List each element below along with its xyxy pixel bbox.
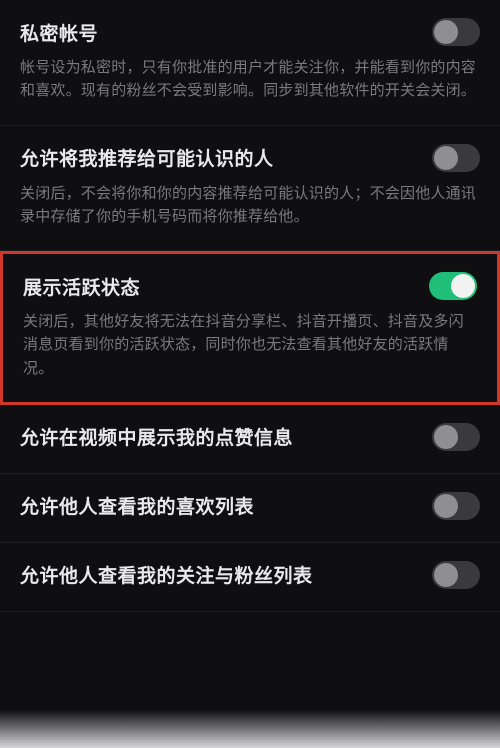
toggle-show-likes-in-video[interactable]	[432, 423, 480, 451]
setting-row: 允许他人查看我的喜欢列表	[20, 492, 480, 520]
setting-title: 允许在视频中展示我的点赞信息	[20, 423, 293, 450]
setting-title: 允许将我推荐给可能认识的人	[20, 144, 274, 171]
setting-section-private-account: 私密帐号帐号设为私密时，只有你批准的用户才能关注你，并能看到你的内容和喜欢。现有…	[0, 0, 500, 126]
setting-section-recommend-contacts: 允许将我推荐给可能认识的人关闭后，不会将你和你的内容推荐给可能认识的人；不会因他…	[0, 126, 500, 252]
setting-description: 帐号设为私密时，只有你批准的用户才能关注你，并能看到你的内容和喜欢。现有的粉丝不…	[20, 56, 480, 103]
setting-section-allow-view-likes: 允许他人查看我的喜欢列表	[0, 474, 500, 543]
cutoff-section	[0, 612, 500, 630]
toggle-knob-icon	[434, 563, 458, 587]
setting-row: 展示活跃状态	[23, 272, 477, 300]
setting-row: 允许他人查看我的关注与粉丝列表	[20, 561, 480, 589]
setting-row: 允许在视频中展示我的点赞信息	[20, 423, 480, 451]
bottom-fade	[0, 710, 500, 748]
setting-row: 私密帐号	[20, 18, 480, 46]
setting-row: 允许将我推荐给可能认识的人	[20, 144, 480, 172]
setting-title: 允许他人查看我的喜欢列表	[20, 492, 254, 519]
setting-title: 私密帐号	[20, 19, 98, 46]
toggle-activity-status[interactable]	[429, 272, 477, 300]
setting-title: 展示活跃状态	[23, 273, 140, 300]
setting-title: 允许他人查看我的关注与粉丝列表	[20, 561, 313, 588]
toggle-knob-icon	[434, 425, 458, 449]
toggle-knob-icon	[451, 274, 475, 298]
toggle-knob-icon	[434, 494, 458, 518]
toggle-allow-view-follows[interactable]	[432, 561, 480, 589]
toggle-private-account[interactable]	[432, 18, 480, 46]
setting-section-show-likes-in-video: 允许在视频中展示我的点赞信息	[0, 405, 500, 474]
setting-section-activity-status: 展示活跃状态关闭后，其他好友将无法在抖音分享栏、抖音开播页、抖音及多闪消息页看到…	[0, 251, 500, 405]
setting-section-allow-view-follows: 允许他人查看我的关注与粉丝列表	[0, 543, 500, 612]
toggle-recommend-contacts[interactable]	[432, 144, 480, 172]
setting-description: 关闭后，不会将你和你的内容推荐给可能认识的人；不会因他人通讯录中存储了你的手机号…	[20, 182, 480, 229]
toggle-allow-view-likes[interactable]	[432, 492, 480, 520]
toggle-knob-icon	[434, 146, 458, 170]
setting-description: 关闭后，其他好友将无法在抖音分享栏、抖音开播页、抖音及多闪消息页看到你的活跃状态…	[23, 310, 477, 380]
toggle-knob-icon	[434, 20, 458, 44]
